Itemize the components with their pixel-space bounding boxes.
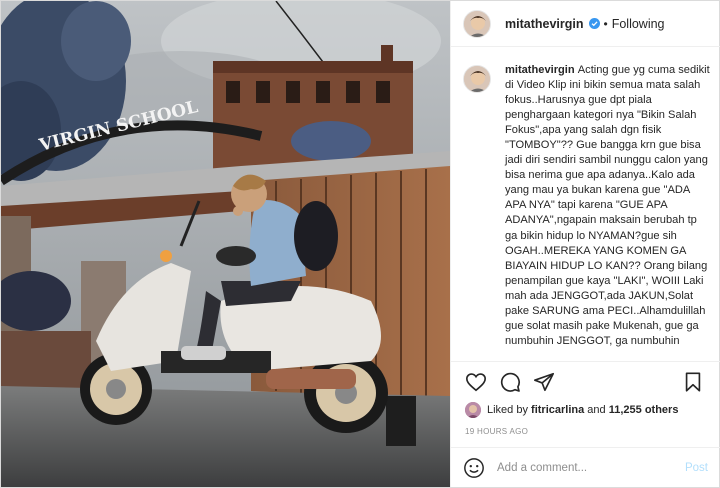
smiley-icon[interactable] — [463, 457, 485, 479]
liked-by-and: and — [587, 404, 606, 416]
photo-illustration: VIRGIN SCHOOL — [1, 1, 450, 487]
comment-input[interactable] — [497, 461, 672, 474]
username-link[interactable]: mitathevirgin — [505, 17, 584, 31]
liker-avatar-image — [465, 402, 481, 418]
verified-badge-icon — [588, 18, 600, 29]
caption-avatar-image — [464, 66, 490, 92]
following-button[interactable]: Following — [612, 17, 665, 31]
comment-bar: Post — [451, 447, 720, 487]
share-button[interactable] — [533, 371, 555, 393]
post-side-panel: mitathevirgin • Following mitathevirgin … — [450, 1, 720, 487]
liked-by-prefix: Liked by — [487, 404, 528, 416]
heart-icon — [466, 372, 486, 391]
like-button[interactable] — [465, 371, 487, 393]
separator-dot: • — [603, 16, 608, 31]
avatar[interactable] — [463, 9, 491, 38]
caption-username[interactable]: mitathevirgin — [505, 64, 575, 76]
liker-avatar[interactable] — [465, 402, 481, 418]
save-button[interactable] — [682, 371, 704, 393]
caption: mitathevirgin Acting gue yg cuma sedikit… — [505, 63, 710, 359]
paper-plane-icon — [534, 372, 554, 391]
instagram-post: VIRGIN SCHOOL mitathevirgin • Following … — [0, 0, 720, 488]
likes-summary: Liked by fitricarlina and 11,255 others — [465, 401, 715, 419]
post-comment-button[interactable]: Post — [685, 462, 708, 474]
caption-text: Acting gue yg cuma sedikit di Video Klip… — [505, 64, 710, 347]
comment-icon — [500, 372, 520, 392]
caption-area[interactable]: mitathevirgin Acting gue yg cuma sedikit… — [451, 63, 720, 359]
bookmark-icon — [685, 371, 701, 392]
post-header: mitathevirgin • Following — [451, 1, 720, 47]
post-photo[interactable]: VIRGIN SCHOOL — [1, 1, 450, 487]
caption-avatar[interactable] — [463, 65, 491, 93]
post-timestamp[interactable]: 19 HOURS AGO — [465, 427, 528, 436]
action-bar — [451, 361, 720, 401]
comment-button[interactable] — [499, 371, 521, 393]
liked-by-count[interactable]: 11,255 others — [609, 404, 679, 416]
liked-by-user[interactable]: fitricarlina — [531, 404, 584, 416]
avatar-image — [464, 10, 490, 37]
